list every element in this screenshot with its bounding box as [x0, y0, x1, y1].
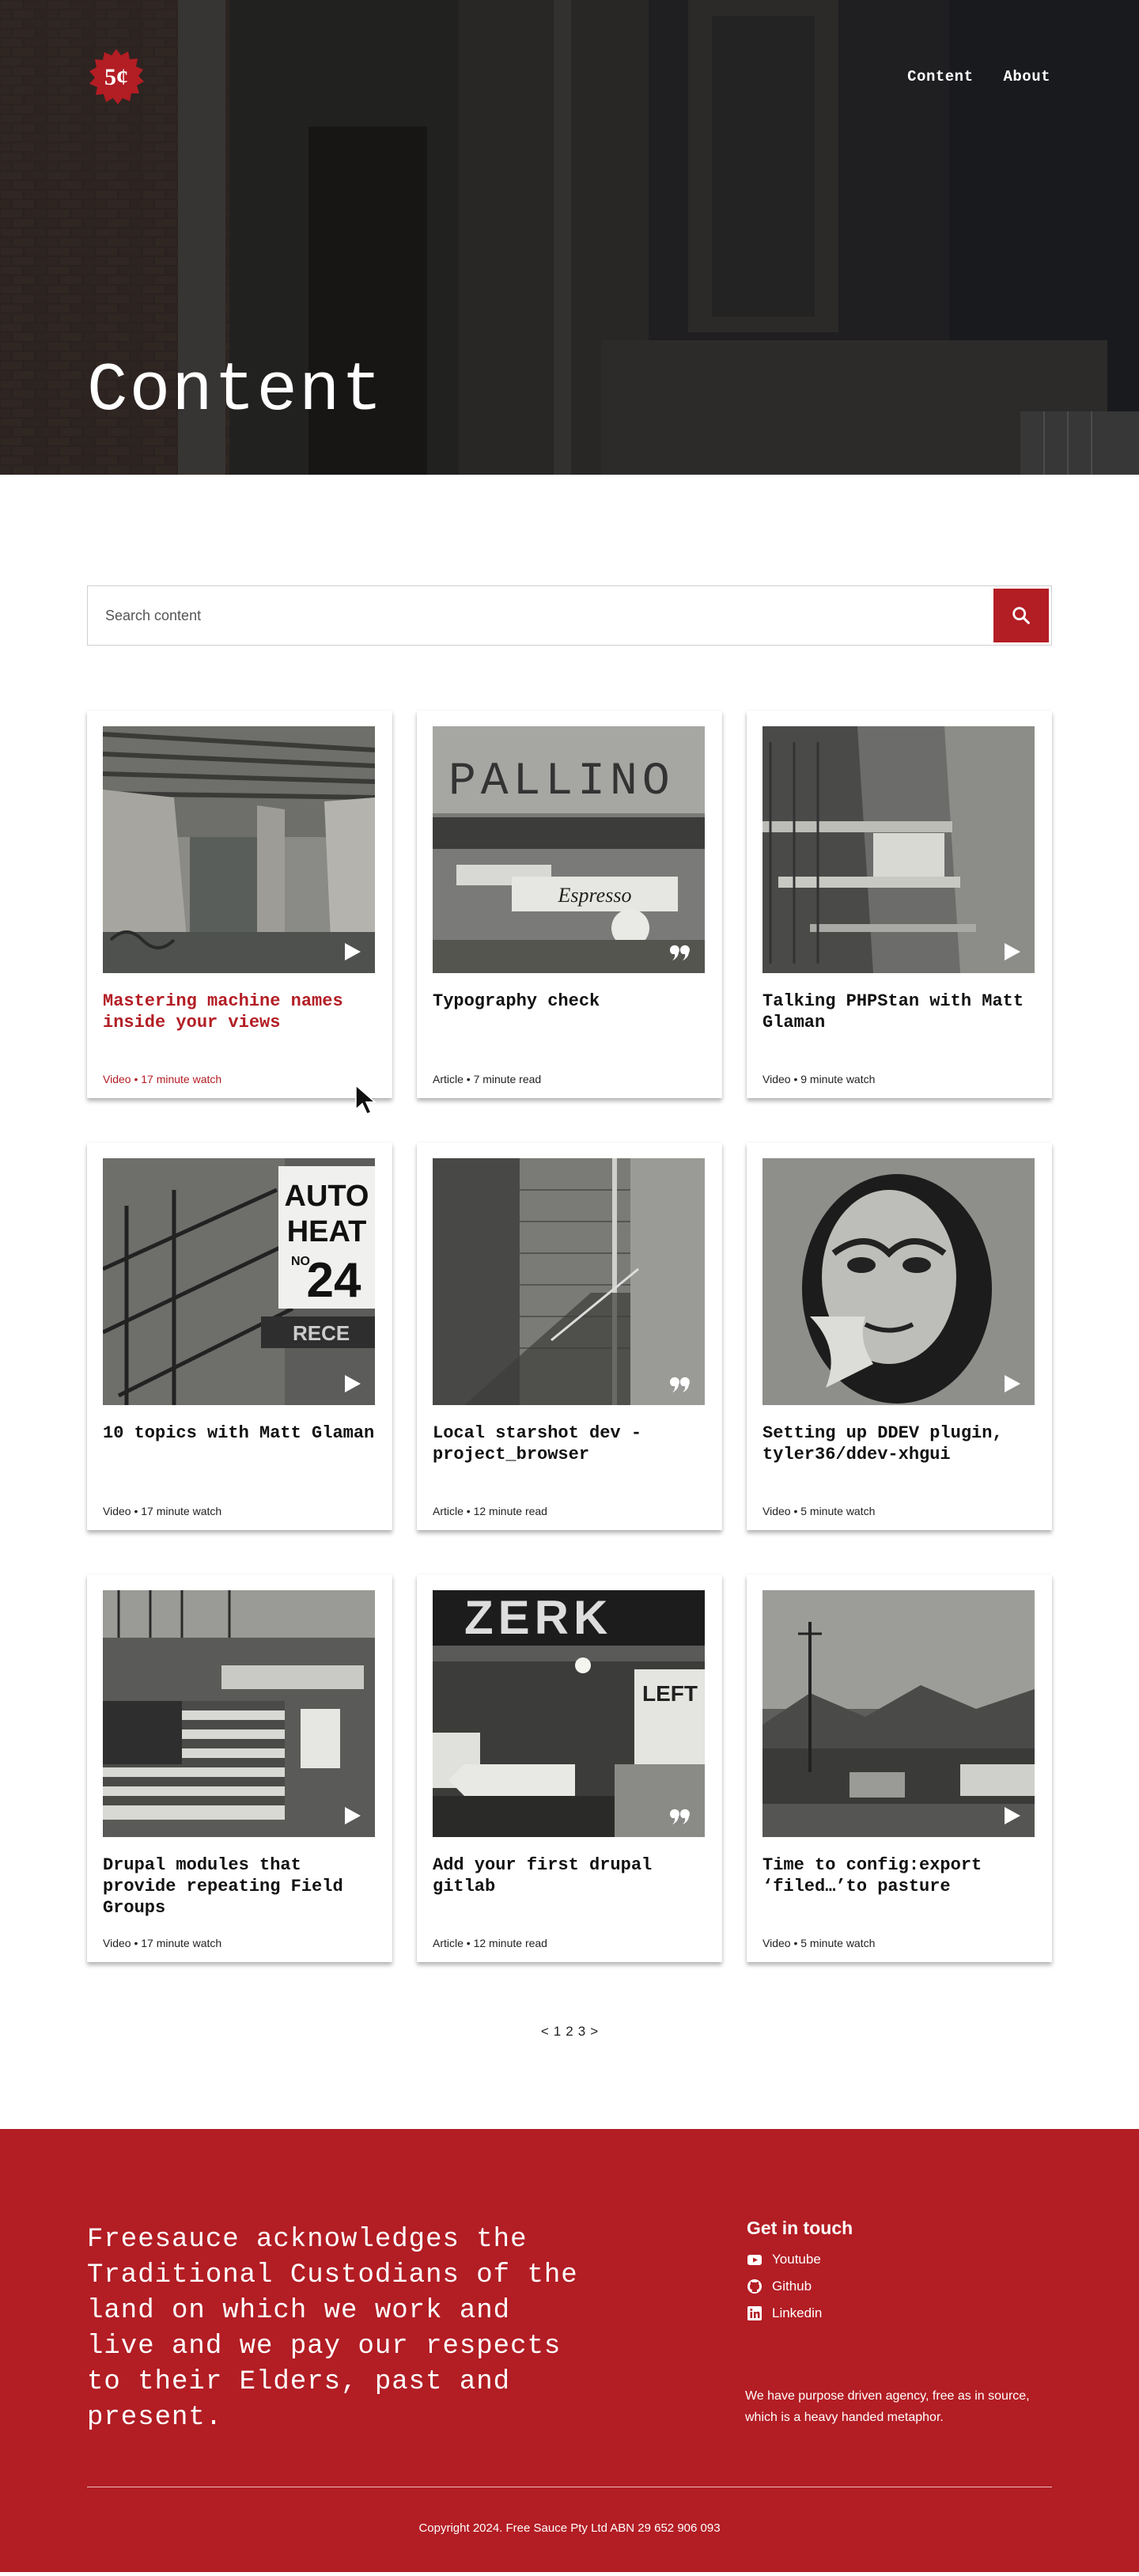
quote-icon: [670, 1377, 690, 1392]
content-card[interactable]: Talking PHPStan with Matt Glaman Video •…: [747, 710, 1052, 1098]
copyright-text: Copyright 2024. Free Sauce Pty Ltd ABN 2…: [418, 2521, 721, 2535]
brick-alley-photo: [433, 1158, 705, 1405]
card-thumbnail: [762, 1590, 1035, 1837]
street-art-face-photo: [762, 1158, 1035, 1405]
svg-text:HEAT: HEAT: [287, 1215, 367, 1248]
content-card[interactable]: Local starshot dev - project_browser Art…: [417, 1142, 722, 1530]
play-icon: [1005, 943, 1020, 960]
card-meta: Article • 12 minute read: [433, 1505, 547, 1517]
quote-icon: [670, 945, 690, 960]
content-main: Mastering machine names inside your view…: [0, 585, 1139, 2040]
content-card[interactable]: PALLINO Espresso Typography check Articl…: [417, 710, 722, 1098]
card-meta: Video • 5 minute watch: [762, 1505, 876, 1517]
card-title: Talking PHPStan with Matt Glaman: [762, 991, 1024, 1032]
mountain-town-photo: [762, 1590, 1035, 1837]
contact-link-github[interactable]: Github: [747, 2279, 853, 2294]
site-footer: Freesauce acknowledges the Traditional C…: [0, 2129, 1139, 2572]
card-title: Add your first drupal gitlab: [433, 1855, 653, 1896]
youtube-icon: [747, 2255, 762, 2265]
card-meta: Video • 17 minute watch: [103, 1937, 222, 1949]
play-icon: [345, 1807, 361, 1824]
pagination-next[interactable]: >: [590, 2024, 598, 2040]
hero-banner: 5¢ Content About Content: [0, 0, 1139, 475]
card-thumbnail: [103, 1590, 375, 1837]
acknowledgement-text: Freesauce acknowledges the Traditional C…: [87, 2225, 578, 2433]
card-thumbnail: [433, 1158, 705, 1405]
site-logo[interactable]: 5¢: [87, 47, 146, 106]
card-meta: Video • 5 minute watch: [762, 1937, 876, 1949]
svg-text:ZERK: ZERK: [464, 1591, 612, 1644]
card-meta: Article • 7 minute read: [433, 1073, 542, 1085]
card-title: Local starshot dev - project_browser: [433, 1423, 642, 1464]
auto-heat-sign-photo: AUTO HEAT 24 NO RECE: [103, 1158, 375, 1405]
page-title: Content: [87, 352, 384, 430]
street-signs-photo: ZERK LEFT: [433, 1590, 705, 1837]
building-balconies-photo: [762, 726, 1035, 973]
card-title: 10 topics with Matt Glaman: [103, 1423, 375, 1443]
card-meta: Article • 12 minute read: [433, 1937, 547, 1949]
card-thumbnail: AUTO HEAT 24 NO RECE: [103, 1158, 375, 1405]
pagination-page-3[interactable]: 3: [578, 2024, 585, 2040]
cafe-awning-photo: PALLINO Espresso: [433, 726, 705, 973]
card-meta: Video • 17 minute watch: [103, 1505, 222, 1517]
play-icon: [1005, 1807, 1020, 1824]
svg-text:PALLINO: PALLINO: [448, 756, 675, 808]
contact-section: Get in touch Youtube Github Linkedin: [747, 2218, 853, 2332]
card-title: Typography check: [433, 991, 600, 1011]
play-icon: [345, 943, 361, 960]
svg-text:Espresso: Espresso: [558, 884, 632, 907]
svg-text:AUTO: AUTO: [285, 1180, 369, 1213]
svg-text:24: 24: [307, 1253, 361, 1308]
content-card[interactable]: Drupal modules that provide repeating Fi…: [87, 1574, 392, 1962]
linkedin-icon: [747, 2306, 762, 2320]
content-grid: Mastering machine names inside your view…: [87, 710, 1052, 1962]
nav-link-about[interactable]: About: [1003, 68, 1050, 85]
card-title: Setting up DDEV plugin, tyler36/ddev-xhg…: [762, 1423, 1003, 1464]
contact-link-label: Linkedin: [772, 2305, 823, 2320]
search-button[interactable]: [993, 589, 1049, 642]
card-thumbnail: ZERK LEFT: [433, 1590, 705, 1837]
pagination: < 1 2 3 >: [87, 2024, 1052, 2040]
flag-shed-photo: [103, 1590, 375, 1837]
card-thumbnail: [762, 726, 1035, 973]
logo-badge-icon: 5¢: [89, 49, 144, 104]
card-thumbnail: [762, 1158, 1035, 1405]
search-bar: [87, 585, 1052, 646]
bridge-underpass-photo: [103, 726, 375, 973]
svg-text:LEFT: LEFT: [642, 1681, 698, 1706]
pagination-prev[interactable]: <: [541, 2024, 549, 2040]
card-title: Mastering machine names inside your view…: [103, 991, 343, 1032]
contact-heading: Get in touch: [747, 2218, 853, 2238]
content-card[interactable]: Mastering machine names inside your view…: [87, 710, 392, 1098]
contact-link-label: Youtube: [772, 2252, 821, 2267]
contact-link-linkedin[interactable]: Linkedin: [747, 2305, 853, 2321]
play-icon: [345, 1375, 361, 1392]
main-nav: Content About: [907, 68, 1050, 85]
card-title: Time to config:export ‘filed…’to pasture: [762, 1855, 982, 1896]
play-icon: [1005, 1375, 1020, 1392]
footer-tagline: We have purpose driven agency, free as i…: [745, 2389, 1030, 2424]
card-meta: Video • 17 minute watch: [103, 1073, 222, 1085]
contact-link-label: Github: [772, 2279, 812, 2294]
card-title: Drupal modules that provide repeating Fi…: [103, 1855, 343, 1918]
search-input[interactable]: [105, 586, 993, 645]
pagination-page-2[interactable]: 2: [566, 2024, 573, 2040]
svg-text:RECE: RECE: [293, 1321, 350, 1345]
mouse-cursor-icon: [355, 1084, 377, 1115]
svg-text:NO: NO: [291, 1255, 310, 1268]
content-card[interactable]: AUTO HEAT 24 NO RECE 10 topics with Matt…: [87, 1142, 392, 1530]
card-thumbnail: PALLINO Espresso: [433, 726, 705, 973]
content-card[interactable]: Time to config:export ‘filed…’to pasture…: [747, 1574, 1052, 1962]
search-icon: [1012, 607, 1030, 624]
card-thumbnail: [103, 726, 375, 973]
quote-icon: [670, 1809, 690, 1824]
logo-text: 5¢: [104, 64, 128, 90]
nav-link-content[interactable]: Content: [907, 68, 973, 85]
github-icon: [747, 2279, 762, 2294]
content-card[interactable]: Setting up DDEV plugin, tyler36/ddev-xhg…: [747, 1142, 1052, 1530]
content-card[interactable]: ZERK LEFT Add your first drupal gitlab A…: [417, 1574, 722, 1962]
card-meta: Video • 9 minute watch: [762, 1073, 876, 1085]
contact-link-youtube[interactable]: Youtube: [747, 2252, 853, 2267]
pagination-page-1[interactable]: 1: [554, 2024, 561, 2040]
